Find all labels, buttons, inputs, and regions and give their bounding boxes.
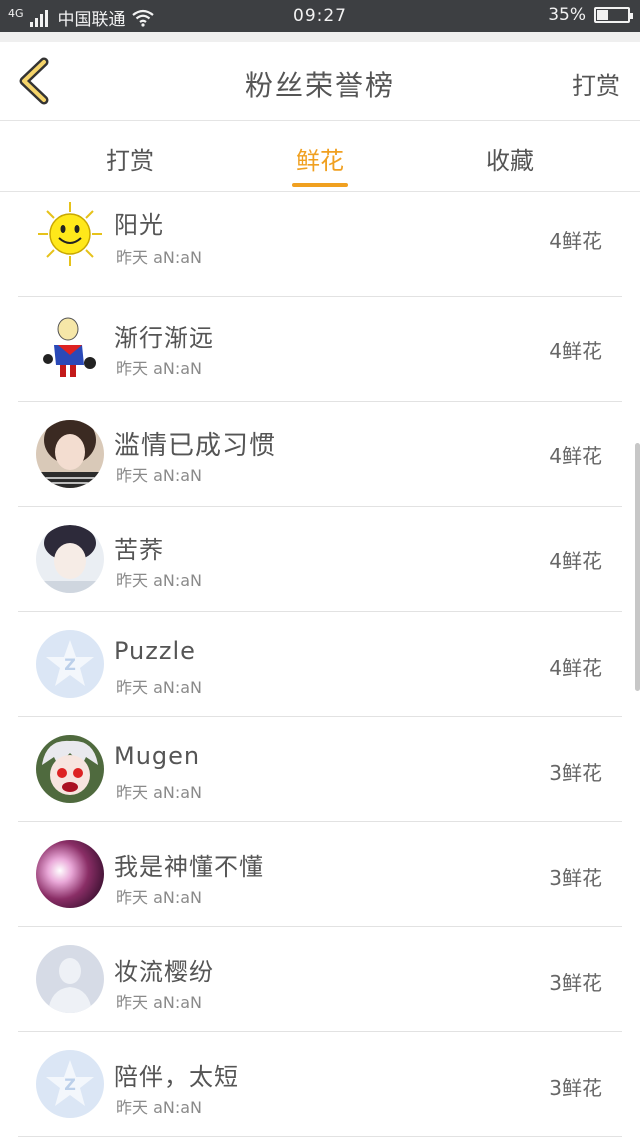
svg-text:Z: Z [64,1075,76,1094]
flower-count: 3鲜花 [549,971,602,995]
status-gap [0,32,640,42]
gift-time: 昨天 aN:aN [116,248,203,267]
default-user-avatar [36,945,104,1013]
cartoon-avatar [36,315,104,383]
fan-name: 渐行渐远 [114,324,214,352]
flower-count: 4鲜花 [549,444,602,468]
fan-list: 阳光 昨天 aN:aN 4鲜花 渐行渐远 昨天 aN:aN 4鲜花 滥情已成习惯 [0,192,640,1137]
gift-time: 昨天 aN:aN [116,783,203,802]
list-item[interactable]: 渐行渐远 昨天 aN:aN 4鲜花 [0,297,640,402]
flower-count: 3鲜花 [549,1076,602,1100]
status-bar: 4G 中国联通 09:27 35% [0,0,640,32]
tab-reward[interactable]: 打赏 [70,141,190,176]
battery-percent: 35% [548,5,586,25]
anime-avatar [36,735,104,803]
status-time: 09:27 [293,6,347,26]
list-item[interactable]: 滥情已成习惯 昨天 aN:aN 4鲜花 [0,402,640,507]
scrollbar[interactable] [635,443,640,691]
flower-count: 3鲜花 [549,866,602,890]
list-item[interactable]: Z 陪伴，太短 昨天 aN:aN 3鲜花 [0,1032,640,1137]
list-item[interactable]: 苦荞 昨天 aN:aN 4鲜花 [0,507,640,612]
fan-name: 妆流樱纷 [114,958,214,986]
tab-bar: 打赏 鲜花 收藏 [0,121,640,192]
photo-avatar [36,420,104,488]
fan-name: Mugen [114,742,201,770]
gift-time: 昨天 aN:aN [116,359,203,378]
flower-count: 4鲜花 [549,656,602,680]
photo-avatar [36,525,104,593]
reward-action-button[interactable]: 打赏 [572,66,620,101]
qq-default-avatar: Z [36,1050,104,1118]
sun-avatar [36,200,104,268]
status-right: 35% [548,5,633,25]
nav-header: 粉丝荣誉榜 打赏 [0,42,640,121]
svg-text:Z: Z [64,655,76,674]
tab-flowers[interactable]: 鲜花 [260,141,380,176]
active-tab-indicator [292,183,348,187]
fan-name: 苦荞 [114,536,164,564]
flower-count: 4鲜花 [549,549,602,573]
list-item[interactable]: 我是神懂不懂 昨天 aN:aN 3鲜花 [0,822,640,927]
list-item[interactable]: 阳光 昨天 aN:aN 4鲜花 [0,192,640,297]
photo-avatar [36,840,104,908]
fan-name: 陪伴，太短 [114,1063,239,1091]
gift-time: 昨天 aN:aN [116,993,203,1012]
flower-count: 4鲜花 [549,229,602,253]
qq-default-avatar: Z [36,630,104,698]
fan-name: 滥情已成习惯 [114,431,277,461]
gift-time: 昨天 aN:aN [116,678,203,697]
list-item[interactable]: 妆流樱纷 昨天 aN:aN 3鲜花 [0,927,640,1032]
page-title: 粉丝荣誉榜 [244,69,395,102]
fan-name: 阳光 [114,211,164,239]
flower-count: 4鲜花 [549,339,602,363]
gift-time: 昨天 aN:aN [116,1098,203,1117]
list-item[interactable]: Z Puzzle 昨天 aN:aN 4鲜花 [0,612,640,717]
fan-name: Puzzle [114,637,196,665]
row-divider [18,1136,622,1137]
fan-name: 我是神懂不懂 [114,853,264,881]
gift-time: 昨天 aN:aN [116,888,203,907]
gift-time: 昨天 aN:aN [116,571,203,590]
tab-favorites[interactable]: 收藏 [450,141,570,176]
flower-count: 3鲜花 [549,761,602,785]
gift-time: 昨天 aN:aN [116,466,203,485]
list-item[interactable]: Mugen 昨天 aN:aN 3鲜花 [0,717,640,822]
battery-icon [594,7,633,23]
